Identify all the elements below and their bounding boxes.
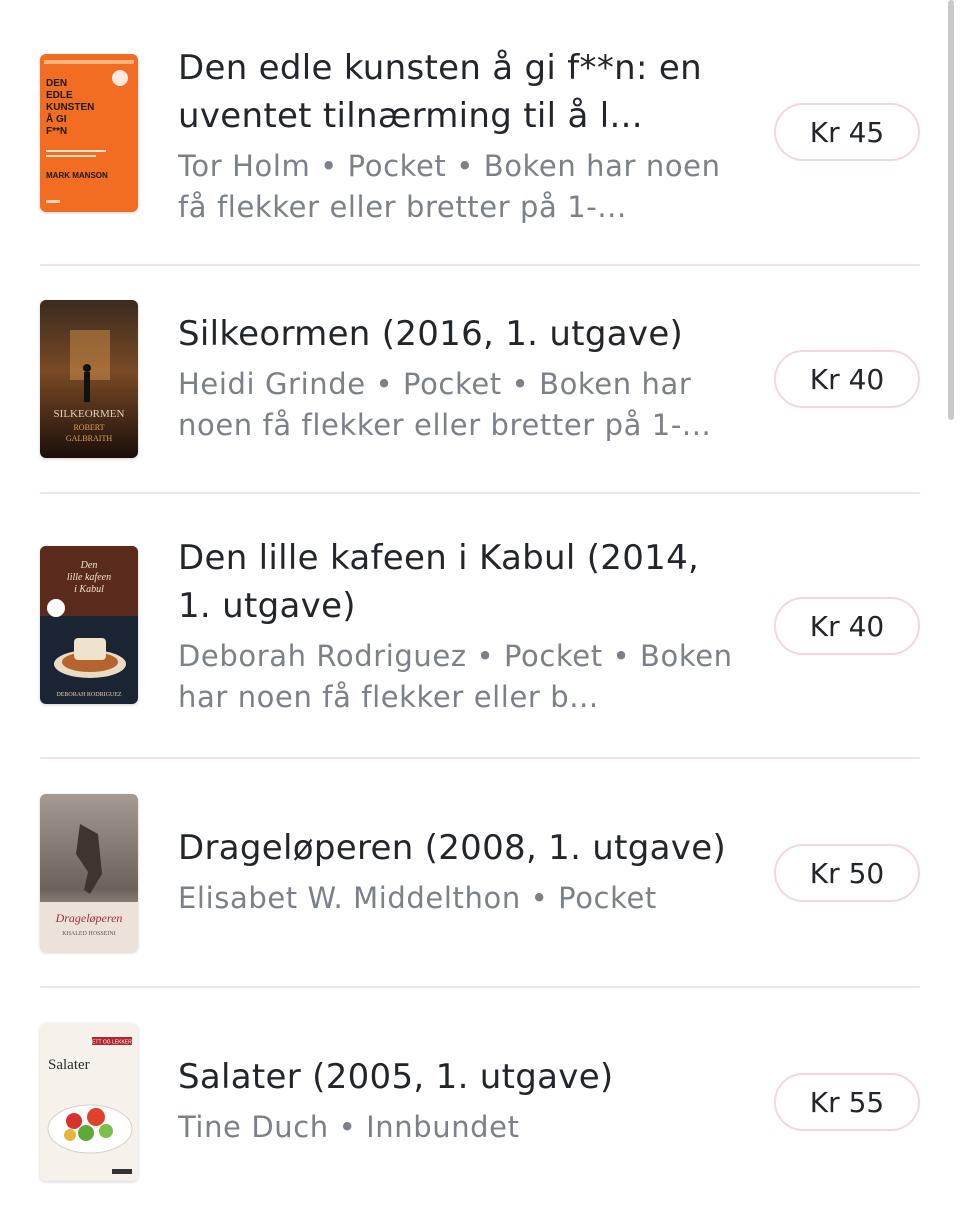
svg-text:ROBERT: ROBERT (73, 423, 104, 432)
svg-text:i Kabul: i Kabul (74, 584, 104, 595)
list-item[interactable]: Den lille kafeen i Kabul DEBORAH RODRIGU… (40, 538, 920, 714)
svg-text:MARK MANSON: MARK MANSON (46, 171, 108, 180)
book-meta: Tine Duch • Innbundet (178, 1110, 520, 1144)
book-info: Silkeormen (2016, 1. utgave) Heidi Grind… (178, 310, 733, 446)
price-button[interactable]: Kr 40 (774, 597, 920, 655)
svg-text:KUNSTEN: KUNSTEN (46, 102, 94, 113)
book-info: Den lille kafeen i Kabul (2014, 1. utgav… (178, 534, 733, 718)
price-button[interactable]: Kr 55 (774, 1073, 920, 1131)
divider (40, 986, 920, 988)
svg-text:DEBORAH RODRIGUEZ: DEBORAH RODRIGUEZ (56, 692, 122, 698)
list-item[interactable]: SILKEORMEN ROBERT GALBRAITH Silkeormen (… (40, 300, 920, 460)
book-title[interactable]: Den edle kunsten å gi f**n: en uventet t… (178, 44, 733, 140)
divider (40, 757, 920, 759)
svg-text:Å GI: Å GI (46, 112, 67, 125)
book-title[interactable]: Salater (2005, 1. utgave) (178, 1053, 733, 1101)
price-button[interactable]: Kr 40 (774, 350, 920, 408)
book-cover-salater-icon[interactable]: LETT OG LEKKERT Salater (40, 1023, 138, 1181)
list-item[interactable]: Drageløperen KHALED HOSSEINI Drageløpere… (40, 794, 920, 954)
book-meta: Heidi Grinde • Pocket • Boken har noen f… (178, 367, 712, 442)
svg-text:Salater: Salater (48, 1057, 90, 1073)
svg-text:Drageløperen: Drageløperen (55, 911, 123, 925)
price-button[interactable]: Kr 50 (774, 844, 920, 902)
book-info: Den edle kunsten å gi f**n: en uventet t… (178, 44, 733, 228)
svg-text:SILKEORMEN: SILKEORMEN (54, 408, 125, 420)
book-cover-silkeormen-icon[interactable]: SILKEORMEN ROBERT GALBRAITH (40, 300, 138, 458)
book-meta: Tor Holm • Pocket • Boken har noen få fl… (178, 149, 721, 224)
book-cover-den-lille-kafeen-i-kabul-icon[interactable]: Den lille kafeen i Kabul DEBORAH RODRIGU… (40, 546, 138, 704)
price-button[interactable]: Kr 45 (774, 103, 920, 161)
list-item[interactable]: LETT OG LEKKERT Salater Salater (2005, 1… (40, 1023, 920, 1183)
divider (40, 264, 920, 266)
svg-text:EDLE: EDLE (46, 90, 73, 101)
svg-text:DEN: DEN (46, 78, 67, 89)
svg-text:KHALED HOSSEINI: KHALED HOSSEINI (62, 931, 116, 937)
svg-text:F**N: F**N (46, 126, 67, 137)
divider (40, 492, 920, 494)
book-title[interactable]: Silkeormen (2016, 1. utgave) (178, 310, 733, 358)
book-meta: Deborah Rodriguez • Pocket • Boken har n… (178, 639, 733, 714)
svg-text:Den: Den (80, 560, 98, 571)
svg-text:GALBRAITH: GALBRAITH (66, 434, 112, 443)
scrollbar[interactable] (948, 0, 954, 420)
list-item[interactable]: DEN EDLE KUNSTEN Å GI F**N MARK MANSON D… (40, 48, 920, 238)
book-info: Drageløperen (2008, 1. utgave) Elisabet … (178, 824, 733, 919)
book-title[interactable]: Den lille kafeen i Kabul (2014, 1. utgav… (178, 534, 733, 630)
svg-text:LETT OG LEKKERT: LETT OG LEKKERT (89, 1040, 134, 1046)
book-cover-den-edle-kunsten-icon[interactable]: DEN EDLE KUNSTEN Å GI F**N MARK MANSON (40, 54, 138, 212)
book-title[interactable]: Drageløperen (2008, 1. utgave) (178, 824, 733, 872)
book-cover-drageloperen-icon[interactable]: Drageløperen KHALED HOSSEINI (40, 794, 138, 952)
svg-text:lille kafeen: lille kafeen (67, 572, 111, 583)
book-meta: Elisabet W. Middelthon • Pocket (178, 881, 657, 915)
book-info: Salater (2005, 1. utgave) Tine Duch • In… (178, 1053, 733, 1148)
